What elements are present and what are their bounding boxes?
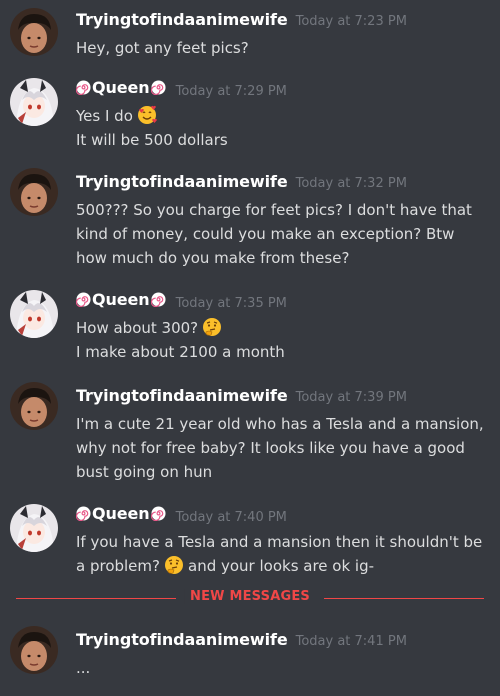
timestamp: Today at 7:32 PM: [295, 176, 407, 191]
message-text: Hey, got any feet pics?: [76, 39, 249, 57]
timestamp: Today at 7:23 PM: [295, 14, 407, 29]
username[interactable]: Tryingtofindaanimewife: [76, 172, 288, 191]
user-avatar[interactable]: [10, 78, 58, 126]
username[interactable]: Tryingtofindaanimewife: [76, 386, 288, 405]
message-text: I make about 2100 a month: [76, 343, 285, 361]
message-text: It will be 500 dollars: [76, 131, 228, 149]
new-messages-label: NEW MESSAGES: [184, 589, 316, 604]
thinking-face-emoji: [165, 556, 183, 574]
username[interactable]: Tryingtofindaanimewife: [76, 10, 288, 29]
timestamp: Today at 7:40 PM: [175, 510, 287, 525]
timestamp: Today at 7:35 PM: [175, 296, 287, 311]
username[interactable]: Queen: [76, 504, 166, 523]
user-avatar[interactable]: [10, 168, 58, 216]
message-text: 500??? So you charge for feet pics? I do…: [76, 201, 472, 219]
user-avatar[interactable]: [10, 290, 58, 338]
pink-swirl-icon: [150, 506, 166, 521]
message-text: ...: [76, 659, 91, 677]
message-text: If you have a Tesla and a mansion then i…: [76, 533, 483, 551]
user-avatar[interactable]: [10, 504, 58, 552]
pink-swirl-icon: [76, 292, 91, 307]
message-text: How about 300?: [76, 316, 490, 340]
user-avatar[interactable]: [10, 382, 58, 430]
message-text: how much do you make from these?: [76, 249, 350, 267]
user-avatar[interactable]: [10, 8, 58, 56]
pink-swirl-icon: [76, 80, 91, 95]
timestamp: Today at 7:29 PM: [175, 84, 287, 99]
pink-swirl-icon: [76, 506, 91, 521]
timestamp: Today at 7:41 PM: [295, 634, 407, 649]
new-messages-divider: NEW MESSAGES: [16, 587, 484, 609]
divider-line: [16, 598, 176, 599]
message-text: bust going on hun: [76, 463, 213, 481]
timestamp: Today at 7:39 PM: [295, 390, 407, 405]
username[interactable]: Queen: [76, 290, 166, 309]
smiling-face-with-hearts-emoji: [137, 105, 157, 124]
message-text: Yes I do: [76, 104, 490, 128]
message-text: kind of money, could you make an excepti…: [76, 225, 455, 243]
username[interactable]: Tryingtofindaanimewife: [76, 630, 288, 649]
message-text: a problem? and your looks are ok ig-: [76, 556, 375, 575]
message-text: why not for free baby? It looks like you…: [76, 439, 465, 457]
pink-swirl-icon: [150, 80, 166, 95]
username[interactable]: Queen: [76, 78, 166, 97]
pink-swirl-icon: [150, 292, 166, 307]
message-text: I'm a cute 21 year old who has a Tesla a…: [76, 415, 484, 433]
thinking-face-emoji: [203, 318, 222, 336]
user-avatar[interactable]: [10, 626, 58, 674]
divider-line: [324, 598, 484, 599]
